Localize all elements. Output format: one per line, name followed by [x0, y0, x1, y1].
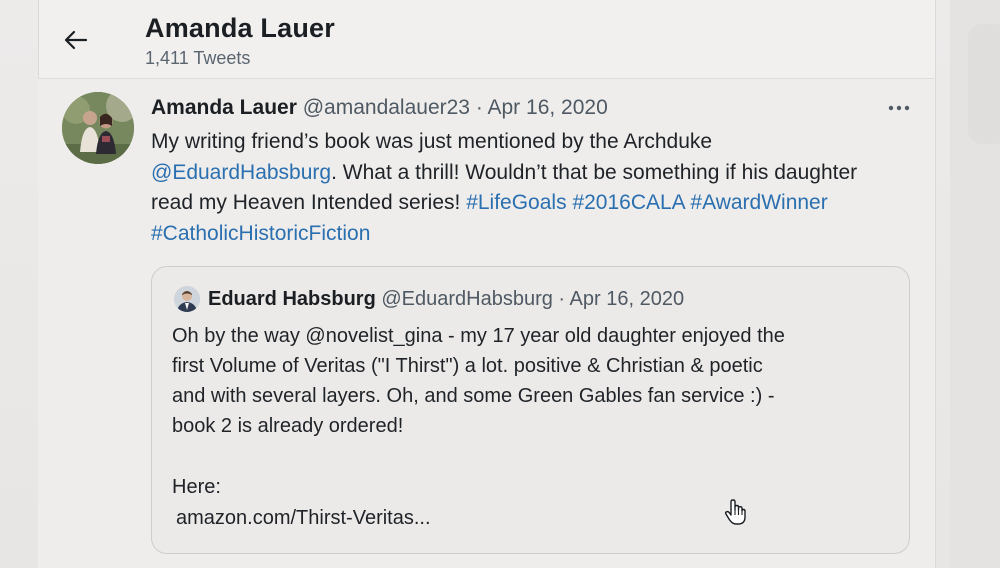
tweet-text: My writing friend’s book was just mentio…: [151, 127, 871, 249]
page: Amanda Lauer 1,411 Tweets Amanda Lauer @…: [0, 0, 1000, 568]
quoted-author-avatar[interactable]: [174, 286, 200, 312]
tweet-separator: ·: [469, 96, 488, 119]
tweet-count: 1,411 Tweets: [145, 48, 251, 68]
tweet-author-name[interactable]: Amanda Lauer: [151, 96, 297, 119]
arrow-left-icon: [64, 30, 88, 50]
quoted-date: Apr 16, 2020: [569, 288, 685, 310]
right-sidebar: [950, 0, 1000, 568]
quoted-tweet-text: Oh by the way @novelist_gina - my 17 yea…: [172, 321, 892, 441]
tweet-text-part-1: My writing friend’s book was just mentio…: [151, 130, 713, 153]
sidebar-panel: [968, 24, 1000, 144]
tweet-date[interactable]: Apr 16, 2020: [488, 96, 608, 119]
hashtag-link[interactable]: #LifeGoals: [466, 191, 566, 214]
hashtag-link[interactable]: #2016CALA: [572, 191, 684, 214]
quoted-author-handle: @EduardHabsburg: [381, 288, 553, 310]
tweet-author-handle[interactable]: @amandalauer23: [303, 96, 470, 119]
quoted-author-name: Eduard Habsburg: [208, 288, 376, 310]
hashtag-link[interactable]: #AwardWinner: [690, 191, 827, 214]
quoted-text-line: book 2 is already ordered!: [172, 415, 404, 437]
author-avatar[interactable]: [62, 92, 134, 164]
quoted-text-line: and with several layers. Oh, and some Gr…: [172, 385, 775, 407]
hashtag-link[interactable]: #CatholicHistoricFiction: [151, 222, 370, 245]
tweet-header: Amanda Lauer @amandalauer23 · Apr 16, 20…: [151, 96, 608, 120]
mention-link[interactable]: @EduardHabsburg: [151, 161, 331, 184]
quoted-separator: ·: [552, 288, 570, 310]
quoted-amazon-link[interactable]: amazon.com/Thirst-Veritas...: [176, 507, 431, 530]
avatar-photo: [174, 286, 200, 312]
back-button[interactable]: [60, 26, 92, 54]
quoted-text-line: first Volume of Veritas ("I Thirst") a l…: [172, 355, 763, 377]
more-options-button[interactable]: [884, 96, 914, 120]
quoted-here-label: Here:: [172, 476, 221, 498]
avatar-photo: [62, 92, 134, 164]
hand-pointer-icon: [724, 499, 746, 525]
quoted-text-line: Oh by the way @novelist_gina - my 17 yea…: [172, 325, 785, 347]
profile-name-title: Amanda Lauer: [145, 13, 335, 43]
quoted-tweet-header: Eduard Habsburg @EduardHabsburg · Apr 16…: [208, 288, 684, 311]
more-horizontal-icon: [888, 105, 910, 111]
